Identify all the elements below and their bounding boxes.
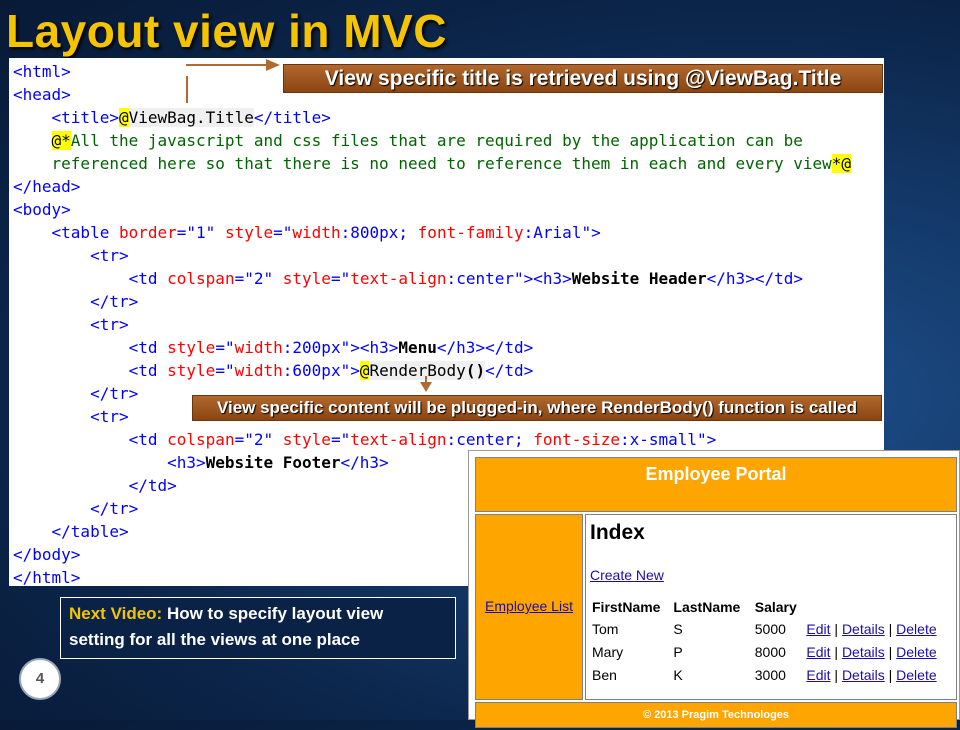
table-header-row: FirstName LastName Salary: [590, 597, 952, 617]
employee-table: FirstName LastName Salary Tom S 5000 Edi…: [590, 597, 952, 686]
cell-firstname: Ben: [590, 663, 672, 686]
column-header: LastName: [673, 599, 741, 615]
delete-link[interactable]: Delete: [896, 621, 936, 637]
code-line: </td>: [128, 476, 177, 495]
details-link[interactable]: Details: [842, 621, 885, 637]
edit-link[interactable]: Edit: [806, 644, 830, 660]
code-line: <tr>: [90, 315, 129, 334]
table-row: Tom S 5000 Edit | Details | Delete: [590, 617, 952, 640]
code-line: <td colspan="2" style="text-align:center…: [128, 269, 803, 288]
portal-footer: © 2013 Pragim Technologes: [475, 702, 957, 728]
code-line: </tr>: [90, 499, 139, 518]
code-line: <head>: [13, 85, 71, 104]
employee-list-link[interactable]: Employee List: [485, 598, 573, 614]
next-video-box: Next Video: How to specify layout view s…: [60, 597, 456, 659]
code-line: </tr>: [90, 384, 139, 403]
code-line: </body>: [13, 545, 81, 564]
delete-link[interactable]: Delete: [896, 644, 936, 660]
next-video-text-line1: How to specify layout view: [166, 604, 384, 623]
action-separator: |: [834, 643, 839, 660]
table-row: Ben K 3000 Edit | Details | Delete: [590, 663, 952, 686]
code-line: <tr>: [90, 246, 129, 265]
portal-header: Employee Portal: [475, 457, 957, 512]
portal-menu: Employee List: [475, 514, 583, 700]
details-link[interactable]: Details: [842, 644, 885, 660]
create-new-link[interactable]: Create New: [590, 567, 952, 583]
title-arrow-horizontal: [186, 64, 266, 66]
cell-salary: 8000: [752, 640, 805, 663]
cell-firstname: Mary: [590, 640, 672, 663]
next-video-text-line2: setting for all the views at one place: [69, 630, 360, 649]
table-row: Mary P 8000 Edit | Details | Delete: [590, 640, 952, 663]
code-line: </html>: [13, 568, 81, 586]
column-header: Salary: [754, 599, 797, 615]
code-line: </table>: [51, 522, 129, 541]
code-line: <html>: [13, 62, 71, 81]
title-arrow-vertical: [186, 76, 188, 103]
cell-lastname: P: [671, 640, 753, 663]
arrow-down-icon: [420, 382, 432, 392]
cell-salary: 5000: [752, 617, 805, 640]
arrow-right-icon: [266, 59, 280, 71]
page-number-badge: 4: [19, 658, 61, 700]
column-header: FirstName: [592, 599, 661, 615]
code-line: <td style="width:200px"><h3>Menu</h3></t…: [128, 338, 534, 357]
action-separator: |: [834, 620, 839, 637]
edit-link[interactable]: Edit: [806, 621, 830, 637]
cell-lastname: K: [671, 663, 753, 686]
portal-body: Index Create New FirstName LastName Sala…: [585, 514, 957, 700]
cell-salary: 3000: [752, 663, 805, 686]
browser-preview: Employee Portal Employee List Index Crea…: [468, 450, 960, 728]
row-actions: Edit | Details | Delete: [804, 663, 952, 686]
code-line: <td colspan="2" style="text-align:center…: [128, 430, 717, 449]
code-line: @*All the javascript and css files that …: [51, 131, 803, 150]
viewbag-title-callout: View specific title is retrieved using @…: [283, 64, 883, 93]
cell-firstname: Tom: [590, 617, 672, 640]
code-line: referenced here so that there is no need…: [13, 154, 852, 173]
next-video-label: Next Video:: [69, 604, 163, 623]
page-heading: Index: [590, 521, 645, 544]
code-line: <table border="1" style="width:800px; fo…: [51, 223, 601, 242]
code-line: <body>: [13, 200, 71, 219]
employee-portal-layout: Employee Portal Employee List Index Crea…: [473, 455, 959, 730]
code-line: <title>@ViewBag.Title</title>: [51, 108, 331, 127]
row-actions: Edit | Details | Delete: [804, 617, 952, 640]
delete-link[interactable]: Delete: [896, 667, 936, 683]
edit-link[interactable]: Edit: [806, 667, 830, 683]
code-line: <h3>Website Footer</h3>: [167, 453, 389, 472]
code-line: <tr>: [90, 407, 129, 426]
action-separator: |: [834, 666, 839, 683]
action-separator: |: [888, 643, 893, 660]
renderbody-callout: View specific content will be plugged-in…: [192, 395, 882, 421]
action-separator: |: [888, 666, 893, 683]
cell-lastname: S: [671, 617, 753, 640]
code-line: <td style="width:600px">@RenderBody()</t…: [128, 361, 534, 380]
row-actions: Edit | Details | Delete: [804, 640, 952, 663]
code-line: </head>: [13, 177, 81, 196]
code-line: </tr>: [90, 292, 139, 311]
details-link[interactable]: Details: [842, 667, 885, 683]
action-separator: |: [888, 620, 893, 637]
slide-title: Layout view in MVC: [6, 5, 447, 57]
